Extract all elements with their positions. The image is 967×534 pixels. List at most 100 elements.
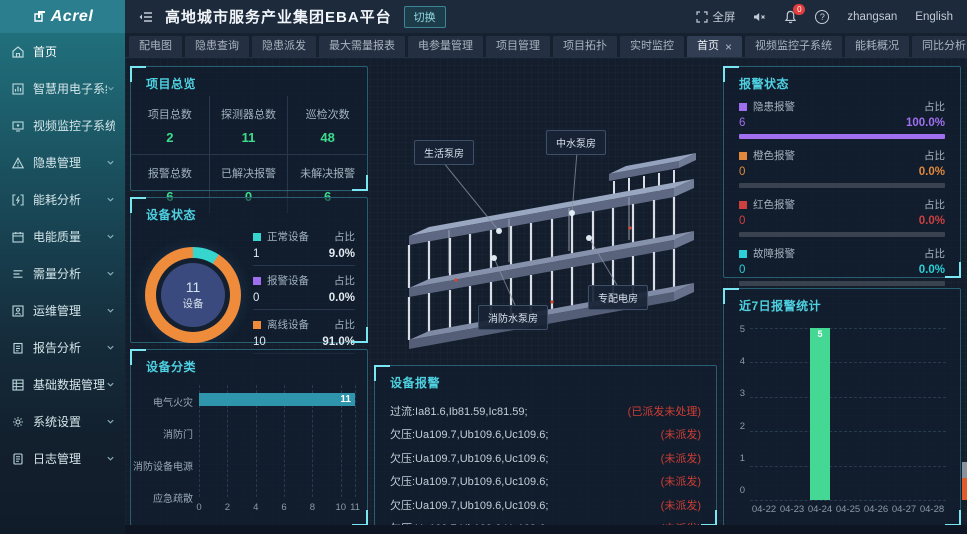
scene-label-distribution-room[interactable]: 专配电房: [588, 285, 648, 310]
sidebar-item-ops-mgmt[interactable]: 运维管理: [0, 292, 125, 329]
sidebar-item-report-analysis[interactable]: 报告分析: [0, 329, 125, 366]
panel-title: 项目总览: [131, 67, 367, 92]
notification-badge: 0: [793, 4, 805, 15]
sidebar-item-video-monitor[interactable]: 视频监控子系统: [0, 107, 125, 144]
x-axis: 0 2 4 6 8 10 11: [199, 499, 355, 513]
sidebar-item-home[interactable]: 首页: [0, 33, 125, 70]
legend-alarm-devices: 报警设备占比 00.0%: [253, 273, 355, 310]
alarm-row[interactable]: 欠压:Ua109.7,Ub109.6,Uc109.6; (未派发): [390, 446, 701, 470]
scene-label-life-pump-room[interactable]: 生活泵房: [414, 140, 474, 165]
tab-home-active[interactable]: 首页 ×: [687, 36, 742, 57]
tab-hazard-dispatch[interactable]: 隐患派发: [252, 36, 316, 57]
logo-text: Acrel: [51, 8, 94, 26]
warning-icon: [12, 157, 24, 169]
alarm-status-orange: 橙色报警占比 00.0%: [739, 148, 945, 188]
stat-projects: 项目总数 2: [131, 96, 210, 155]
panel-device-alarms: 设备报警 过流:Ia81.6,Ib81.59,Ic81.59; (已派发未处理)…: [374, 365, 717, 526]
speaker-muted-icon: [753, 11, 766, 23]
building-3d-scene: 生活泵房 中水泵房 专配电房 消防水泵房: [374, 66, 717, 359]
tab-yoy-analysis[interactable]: 同比分析: [912, 36, 967, 57]
bar-electrical-fire: 11: [199, 393, 355, 406]
sidebar-item-demand-analysis[interactable]: 需量分析: [0, 255, 125, 292]
tab-max-demand-report[interactable]: 最大需量报表: [319, 36, 405, 57]
tab-peidiantu[interactable]: 配电图: [129, 36, 182, 57]
sidebar-item-hazard-mgmt[interactable]: 隐患管理: [0, 144, 125, 181]
panel-title: 设备状态: [131, 198, 367, 223]
tab-video-subsystem[interactable]: 视频监控子系统: [745, 36, 842, 57]
alarm-row[interactable]: 欠压:Ua109.7,Ub109.6,Uc109.6; (未派发): [390, 493, 701, 517]
device-status-donut-ring: 11 设备: [145, 247, 241, 343]
donut-center-label: 11 设备: [161, 263, 225, 327]
scene-label-reclaimed-water-pump-room[interactable]: 中水泵房: [546, 130, 606, 155]
user-menu[interactable]: zhangsan: [847, 11, 897, 23]
scene-label-fire-pump-room[interactable]: 消防水泵房: [478, 305, 548, 330]
switch-project-button[interactable]: 切换: [404, 6, 446, 28]
log-icon: [12, 453, 24, 465]
x-axis: 04-22 04-23 04-24 04-25 04-26 04-27 04-2…: [750, 504, 946, 515]
alarm-status-badge: (未派发): [661, 426, 701, 442]
close-icon[interactable]: ×: [725, 41, 732, 53]
video-icon: [12, 120, 24, 132]
database-icon: [12, 379, 24, 391]
alarm-row[interactable]: 欠压:Ua109.7,Ub109.6,Uc109.6; (未派发): [390, 423, 701, 447]
chevron-down-icon: [106, 269, 115, 278]
chevron-down-icon: [106, 417, 115, 426]
alarm-row[interactable]: 欠压:Ua109.7,Ub109.6,Uc109.6; (未派发): [390, 470, 701, 494]
chart-icon: [12, 83, 24, 95]
acrel-logo-icon: [32, 10, 46, 24]
tab-realtime-monitor[interactable]: 实时监控: [620, 36, 684, 57]
sidebar-nav: 首页 智慧用电子系统 视频监控子系统 隐患管理 能耗分析 电能质量 需量分析 运…: [0, 33, 125, 534]
stat-detectors: 探测器总数 11: [210, 96, 289, 155]
chevron-down-icon: [107, 84, 115, 93]
chevron-down-icon: [106, 380, 115, 389]
tab-energy-overview[interactable]: 能耗概况: [845, 36, 909, 57]
help-button[interactable]: ?: [815, 10, 829, 24]
panel-title: 设备报警: [375, 366, 716, 391]
calendar-icon: [12, 231, 24, 243]
alarm-status-badge: (未派发): [661, 497, 701, 513]
tab-project-mgmt[interactable]: 项目管理: [486, 36, 550, 57]
chevron-down-icon: [106, 232, 115, 241]
fullscreen-button[interactable]: 全屏: [696, 9, 735, 25]
legend-swatch: [739, 103, 747, 111]
tab-bar: 配电图 隐患查询 隐患派发 最大需量报表 电参量管理 项目管理 项目拓扑 实时监…: [125, 33, 967, 58]
tab-hazard-query[interactable]: 隐患查询: [185, 36, 249, 57]
panel-device-category: 设备分类 电气火灾 消防门 消防设备电源 应急疏散 11: [130, 349, 368, 526]
chevron-down-icon: [106, 306, 115, 315]
fullscreen-label: 全屏: [712, 9, 735, 25]
progress-track: [739, 183, 945, 188]
sidebar-item-energy-analysis[interactable]: 能耗分析: [0, 181, 125, 218]
legend-swatch: [253, 321, 261, 329]
tab-project-topology[interactable]: 项目拓扑: [553, 36, 617, 57]
list-icon: [12, 268, 24, 280]
collapse-menu-icon[interactable]: [139, 11, 153, 23]
sidebar-item-log-mgmt[interactable]: 日志管理: [0, 440, 125, 477]
panel-device-status: 设备状态 11 设备 正常设备占比: [130, 197, 368, 343]
alarm-row[interactable]: 过流:Ia81.6,Ib81.59,Ic81.59; (已派发未处理): [390, 399, 701, 423]
notifications-button[interactable]: 0: [784, 10, 797, 24]
gear-icon: [12, 416, 24, 428]
page-scrollbar[interactable]: [962, 462, 967, 500]
legend-swatch: [739, 201, 747, 209]
panel-title: 设备分类: [131, 350, 367, 375]
sidebar-item-system-settings[interactable]: 系统设置: [0, 403, 125, 440]
alarm-status-red: 红色报警占比 00.0%: [739, 197, 945, 237]
bottom-strip: [125, 525, 967, 534]
week-alarm-bar-chart: 5 4 3 2 1 0 0: [732, 328, 946, 500]
alarm-status-badge: (未派发): [661, 450, 701, 466]
tab-param-mgmt[interactable]: 电参量管理: [408, 36, 483, 57]
legend-normal-devices: 正常设备占比 19.0%: [253, 229, 355, 266]
sidebar-item-smart-power[interactable]: 智慧用电子系统: [0, 70, 125, 107]
brand-logo: Acrel: [0, 0, 125, 33]
alarm-status-badge: (已派发未处理): [628, 403, 701, 419]
legend-swatch: [739, 152, 747, 160]
panel-alarm-status: 报警状态 隐患报警占比 6100.0% 橙色报警占比 00.0% 红色报警占比: [723, 66, 961, 278]
energy-icon: [12, 194, 24, 206]
ops-icon: [12, 305, 24, 317]
help-icon: ?: [815, 10, 829, 24]
language-switcher[interactable]: English: [915, 11, 953, 23]
mute-button[interactable]: [753, 11, 766, 23]
sidebar-item-power-quality[interactable]: 电能质量: [0, 218, 125, 255]
sidebar-item-base-data[interactable]: 基础数据管理: [0, 366, 125, 403]
device-category-bar-chart: 电气火灾 消防门 消防设备电源 应急疏散 11: [135, 385, 355, 513]
